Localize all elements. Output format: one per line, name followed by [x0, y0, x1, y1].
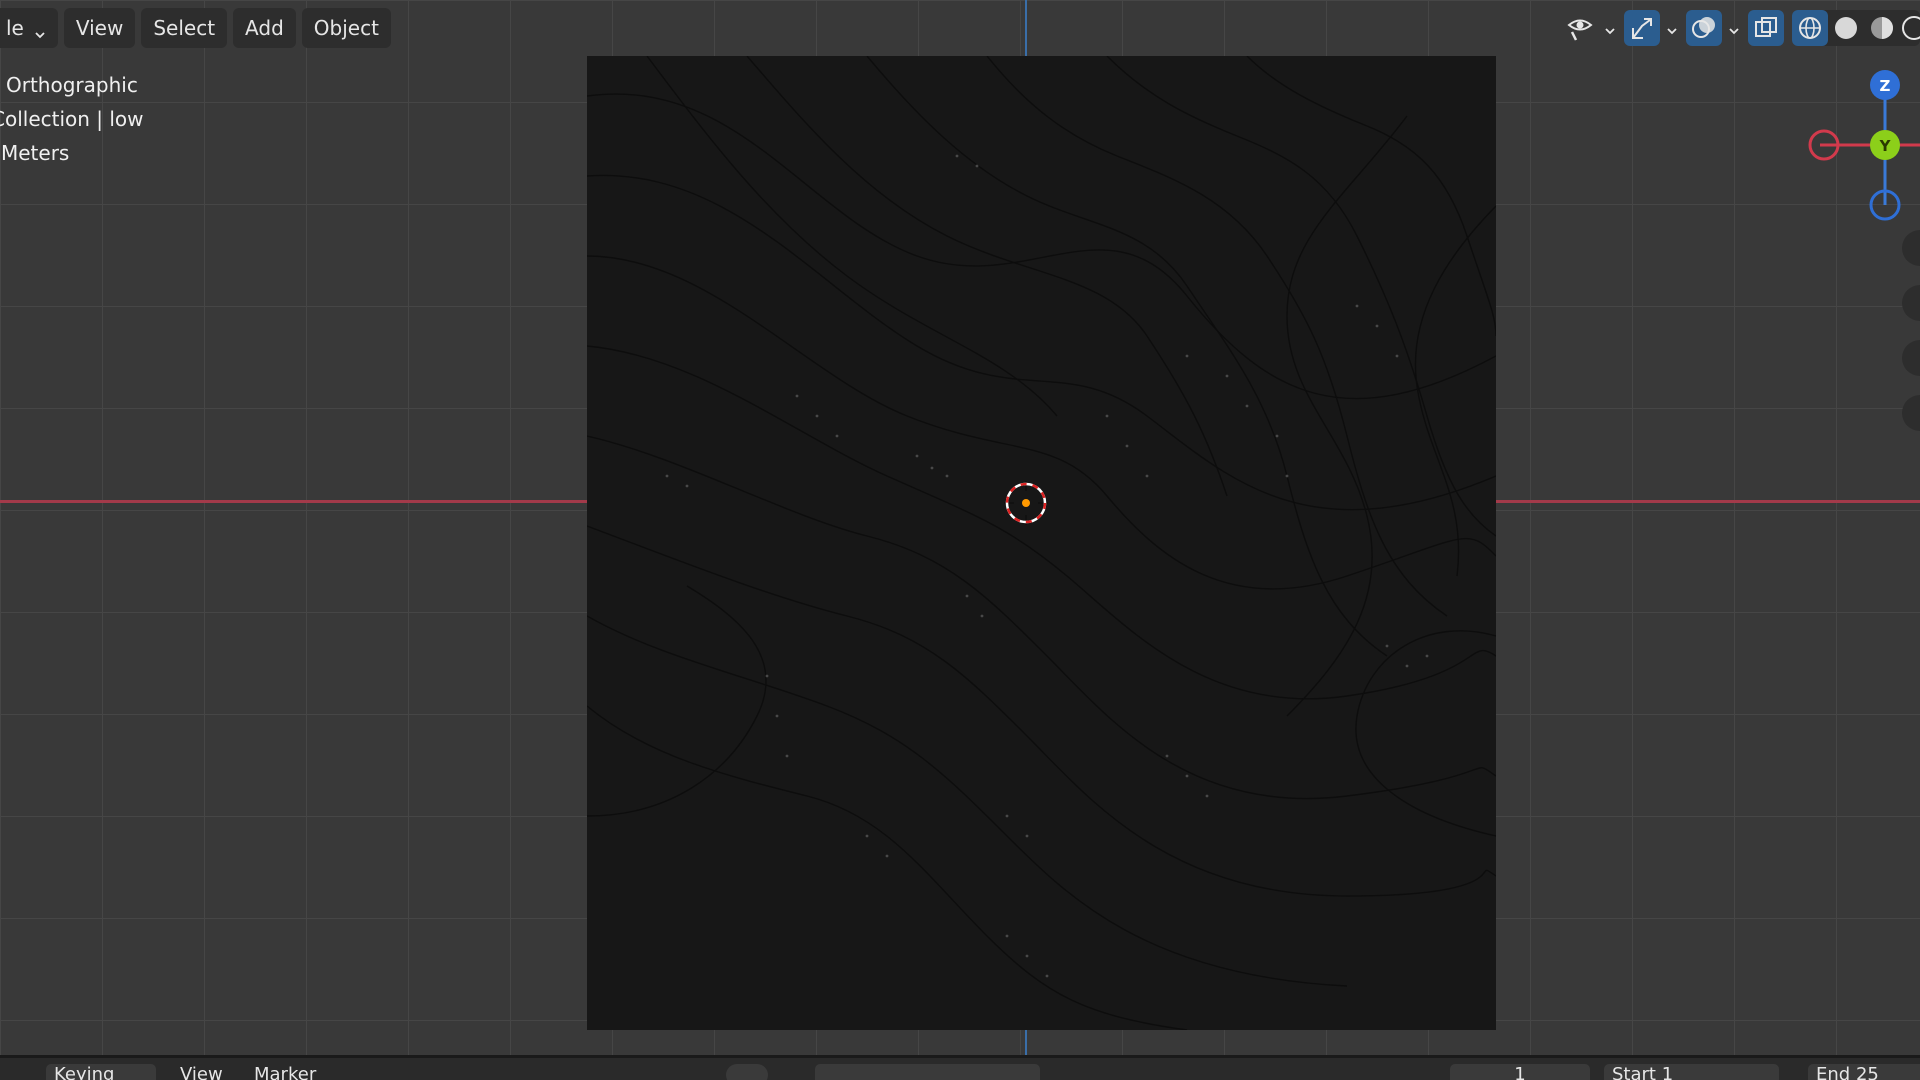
gizmo-z-label: Z — [1880, 77, 1891, 95]
view-menu[interactable]: View — [63, 8, 136, 48]
chevron-down-icon — [1728, 22, 1740, 35]
timeline-marker-menu[interactable]: Marker — [246, 1064, 326, 1080]
end-frame-field[interactable]: End 25 — [1808, 1064, 1920, 1080]
contour-lines — [587, 56, 1496, 1030]
solid-shading-icon[interactable] — [1828, 10, 1864, 46]
start-frame-value: 1 — [1661, 1064, 1674, 1080]
gizmo-y-label: Y — [1879, 137, 1892, 155]
overlay-icon — [1686, 10, 1722, 46]
mode-dropdown[interactable]: le — [0, 8, 58, 48]
visibility-eye-icon — [1562, 10, 1598, 46]
gizmo-toggle[interactable] — [1624, 10, 1678, 46]
viewport-header-tools — [1562, 10, 1920, 46]
keying-menu[interactable]: Keying — [46, 1064, 156, 1080]
overlays-toggle[interactable] — [1686, 10, 1740, 46]
timeline-view-menu[interactable]: View — [172, 1064, 232, 1080]
record-button[interactable] — [726, 1064, 768, 1080]
units-label: Meters — [1, 141, 70, 165]
header-menu-bar: le View Select Add Object — [0, 8, 391, 48]
3d-cursor-icon[interactable] — [1004, 481, 1048, 525]
pan-button[interactable] — [1902, 285, 1920, 321]
view-name: Orthographic — [6, 73, 138, 97]
gizmo-toggle-icon — [1624, 10, 1660, 46]
collection-name: Collection | low — [0, 107, 144, 131]
perspective-toggle-button[interactable] — [1902, 395, 1920, 431]
end-frame-label: End — [1816, 1064, 1851, 1080]
wireframe-shading-icon[interactable] — [1792, 10, 1828, 46]
shading-mode-group — [1792, 10, 1920, 46]
current-frame-field[interactable]: 1 — [1450, 1064, 1590, 1080]
add-menu[interactable]: Add — [233, 8, 296, 48]
chevron-down-icon — [1666, 22, 1678, 35]
material-shading-icon[interactable] — [1864, 10, 1900, 46]
chevron-down-icon — [34, 22, 46, 39]
visibility-selector[interactable] — [1562, 10, 1616, 46]
plane-mesh[interactable] — [587, 56, 1496, 1030]
camera-view-button[interactable] — [1902, 340, 1920, 376]
navigation-gizmo[interactable]: Z Y — [1780, 60, 1920, 240]
rendered-shading-icon[interactable] — [1900, 10, 1920, 46]
select-menu[interactable]: Select — [141, 8, 228, 48]
xray-icon[interactable] — [1748, 10, 1784, 46]
object-menu[interactable]: Object — [301, 8, 391, 48]
viewport-info: Orthographic Collection | low Meters — [0, 68, 144, 170]
end-frame-value: 25 — [1855, 1064, 1879, 1080]
start-frame-field[interactable]: Start 1 — [1604, 1064, 1779, 1080]
start-frame-label: Start — [1612, 1064, 1656, 1080]
chevron-down-icon — [1604, 22, 1616, 35]
playback-controls[interactable] — [815, 1064, 1040, 1080]
timeline-header: Keying View Marker 1 Start 1 End 25 — [0, 1055, 1920, 1080]
mode-label: le — [6, 16, 24, 40]
